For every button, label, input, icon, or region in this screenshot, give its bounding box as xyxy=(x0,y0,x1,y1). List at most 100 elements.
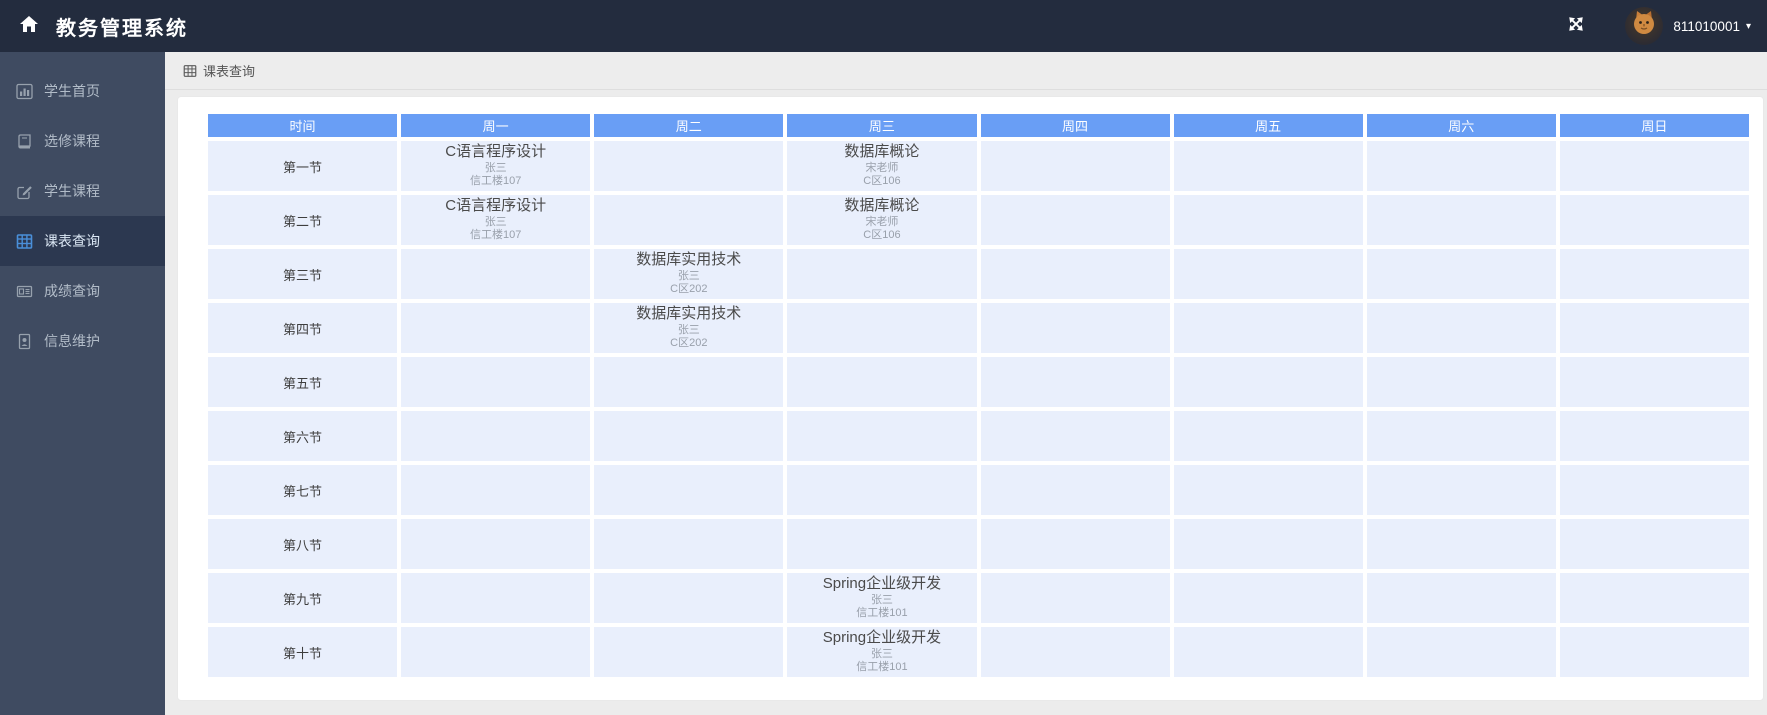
course-cell: Spring企业级开发 张三 信工楼101 xyxy=(787,627,977,677)
sidebar: 学生首页 选修课程 学生课程 课表查询 成绩查询 信息维护 xyxy=(0,52,165,715)
day-column-header: 周五 xyxy=(1173,114,1363,137)
sidebar-item-student-home[interactable]: 学生首页 xyxy=(0,66,165,116)
course-cell: 数据库概论 宋老师 C区106 xyxy=(787,195,977,245)
app-title: 教务管理系统 xyxy=(56,17,188,40)
home-button[interactable] xyxy=(14,11,44,41)
empty-cell xyxy=(787,249,977,299)
sidebar-item-label: 课表查询 xyxy=(44,233,100,249)
sidebar-item-timetable-query[interactable]: 课表查询 xyxy=(0,216,165,266)
empty-cell xyxy=(1173,249,1363,299)
period-label: 第九节 xyxy=(208,573,398,623)
day-column-header: 周四 xyxy=(980,114,1170,137)
empty-cell xyxy=(980,411,1170,461)
empty-cell xyxy=(980,465,1170,515)
course-cell: Spring企业级开发 张三 信工楼101 xyxy=(787,573,977,623)
empty-cell xyxy=(1559,141,1749,191)
course-room: C区106 xyxy=(863,229,901,242)
period-label: 第一节 xyxy=(208,141,398,191)
day-column-header: 周二 xyxy=(594,114,784,137)
timetable-row: 第一节 C语言程序设计 张三 信工楼107 数据库概论 宋老师 C区106 xyxy=(208,141,1749,191)
bar-chart-icon xyxy=(15,82,33,100)
empty-cell xyxy=(1366,411,1556,461)
sidebar-item-grades-query[interactable]: 成绩查询 xyxy=(0,266,165,316)
course-name: 数据库概论 xyxy=(844,197,920,215)
empty-cell xyxy=(401,573,591,623)
sidebar-item-label: 成绩查询 xyxy=(44,283,100,299)
empty-cell xyxy=(1366,303,1556,353)
user-avatar[interactable] xyxy=(1625,7,1664,45)
course-room: 信工楼107 xyxy=(470,175,522,188)
empty-cell xyxy=(401,519,591,569)
course-cell: 数据库实用技术 张三 C区202 xyxy=(594,303,784,353)
timetable-card: 时间 周一 周二 周三 周四 周五 周六 周日 第一节 C语言程序设计 张三 信工楼107 数据库概论… xyxy=(177,96,1764,701)
course-teacher: 张三 xyxy=(484,216,507,229)
empty-cell xyxy=(787,411,977,461)
course-name: C语言程序设计 xyxy=(445,143,547,161)
empty-cell xyxy=(401,303,591,353)
empty-cell xyxy=(1366,573,1556,623)
empty-cell xyxy=(980,303,1170,353)
id-card-icon xyxy=(15,282,33,300)
empty-cell xyxy=(401,249,591,299)
sidebar-item-info-maintenance[interactable]: 信息维护 xyxy=(0,316,165,366)
sidebar-item-elective-courses[interactable]: 选修课程 xyxy=(0,116,165,166)
empty-cell xyxy=(1366,465,1556,515)
timetable-row: 第十节 Spring企业级开发 张三 信工楼101 xyxy=(208,627,1749,677)
empty-cell xyxy=(594,195,784,245)
cat-avatar-icon xyxy=(1627,7,1661,45)
timetable-row: 第七节 xyxy=(208,465,1749,515)
empty-cell xyxy=(1366,357,1556,407)
empty-cell xyxy=(1559,195,1749,245)
table-icon xyxy=(15,232,33,250)
navbar-right: 811010001 ▾ xyxy=(1559,7,1767,45)
empty-cell xyxy=(787,519,977,569)
empty-cell xyxy=(1559,357,1749,407)
empty-cell xyxy=(787,465,977,515)
empty-cell xyxy=(980,195,1170,245)
timetable-row: 第八节 xyxy=(208,519,1749,569)
empty-cell xyxy=(594,627,784,677)
empty-cell xyxy=(401,411,591,461)
main-content: 课表查询 时间 周一 周二 周三 周四 周五 周六 周日 第一节 C语言程序设计 张三 信工楼107… xyxy=(165,52,1767,715)
top-navbar: 教务管理系统 811010001 ▾ xyxy=(0,0,1767,52)
timetable-header-row: 时间 周一 周二 周三 周四 周五 周六 周日 xyxy=(208,114,1749,137)
empty-cell xyxy=(401,627,591,677)
sidebar-item-label: 信息维护 xyxy=(44,333,100,349)
edit-icon xyxy=(15,182,33,200)
empty-cell xyxy=(1173,573,1363,623)
course-name: Spring企业级开发 xyxy=(822,575,942,593)
fullscreen-icon xyxy=(1567,15,1585,38)
sidebar-item-student-courses[interactable]: 学生课程 xyxy=(0,166,165,216)
empty-cell xyxy=(1173,195,1363,245)
day-column-header: 周三 xyxy=(787,114,977,137)
course-room: C区202 xyxy=(670,337,708,350)
empty-cell xyxy=(1173,465,1363,515)
timetable: 时间 周一 周二 周三 周四 周五 周六 周日 第一节 C语言程序设计 张三 信工楼107 数据库概论… xyxy=(204,110,1753,681)
sidebar-item-label: 学生首页 xyxy=(44,83,100,99)
course-teacher: 张三 xyxy=(677,270,700,283)
vcard-icon xyxy=(15,332,33,350)
empty-cell xyxy=(980,141,1170,191)
breadcrumb-label: 课表查询 xyxy=(203,64,256,79)
chevron-down-icon[interactable]: ▾ xyxy=(1746,21,1751,32)
day-column-header: 周一 xyxy=(401,114,591,137)
course-name: Spring企业级开发 xyxy=(822,629,942,647)
timetable-row: 第五节 xyxy=(208,357,1749,407)
course-name: C语言程序设计 xyxy=(445,197,547,215)
fullscreen-button[interactable] xyxy=(1559,9,1593,43)
empty-cell xyxy=(1559,519,1749,569)
period-label: 第四节 xyxy=(208,303,398,353)
period-label: 第七节 xyxy=(208,465,398,515)
period-label: 第八节 xyxy=(208,519,398,569)
empty-cell xyxy=(1173,357,1363,407)
course-cell: 数据库概论 宋老师 C区106 xyxy=(787,141,977,191)
user-id[interactable]: 811010001 xyxy=(1673,19,1740,34)
empty-cell xyxy=(594,573,784,623)
table-icon xyxy=(183,64,197,78)
empty-cell xyxy=(1559,249,1749,299)
empty-cell xyxy=(1559,411,1749,461)
course-name: 数据库概论 xyxy=(844,143,920,161)
course-teacher: 张三 xyxy=(870,594,893,607)
day-column-header: 周日 xyxy=(1559,114,1749,137)
breadcrumb: 课表查询 xyxy=(165,52,1767,90)
